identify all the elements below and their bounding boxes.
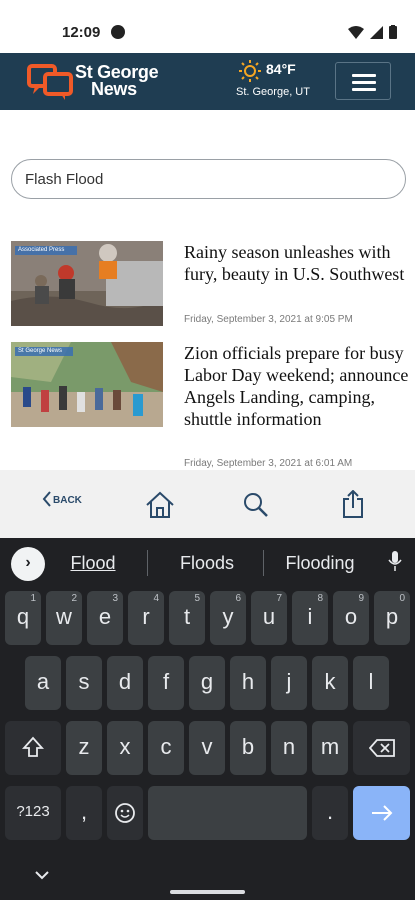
emoji-icon — [115, 803, 135, 823]
site-header: St George News 84°F St. George, UT — [0, 53, 415, 110]
key-h[interactable]: h — [230, 656, 266, 710]
key-q[interactable]: q1 — [5, 591, 41, 645]
back-label: BACK — [53, 495, 82, 506]
enter-key[interactable] — [353, 786, 410, 840]
suggestion-divider — [147, 550, 148, 576]
logo-text: St George News — [75, 63, 159, 99]
key-i[interactable]: i8 — [292, 591, 328, 645]
logo-line-2: News — [91, 79, 137, 99]
status-bar: 12:09 — [0, 0, 415, 53]
key-p[interactable]: p0 — [374, 591, 410, 645]
key-w[interactable]: w2 — [46, 591, 82, 645]
shift-key[interactable] — [5, 721, 61, 775]
logo-speech-bubbles-icon — [27, 64, 73, 100]
article-date: Friday, September 3, 2021 at 9:05 PM — [184, 314, 353, 325]
key-c[interactable]: c — [148, 721, 184, 775]
key-g[interactable]: g — [189, 656, 225, 710]
search-input[interactable] — [25, 171, 385, 188]
search-box[interactable] — [11, 159, 406, 199]
article-item[interactable]: St George News Zion officials prepare fo… — [11, 342, 409, 472]
onscreen-keyboard: › Flood Floods Flooding q1 w2 e3 r4 t5 y… — [0, 538, 415, 900]
key-n[interactable]: n — [271, 721, 307, 775]
article-thumbnail[interactable]: St George News — [11, 342, 163, 427]
key-y[interactable]: y6 — [210, 591, 246, 645]
key-o[interactable]: o9 — [333, 591, 369, 645]
hide-keyboard-icon[interactable] — [35, 870, 49, 880]
article-thumbnail[interactable]: Associated Press — [11, 241, 163, 326]
key-m[interactable]: m — [312, 721, 348, 775]
expand-toolbar-button[interactable]: › — [11, 547, 45, 581]
backspace-key[interactable] — [353, 721, 410, 775]
flood-rescue-image — [11, 241, 163, 326]
comma-key[interactable]: , — [66, 786, 102, 840]
article-date: Friday, September 3, 2021 at 6:01 AM — [184, 458, 353, 469]
key-b[interactable]: b — [230, 721, 266, 775]
home-icon[interactable] — [145, 491, 175, 519]
microphone-icon[interactable] — [388, 550, 402, 572]
home-gesture-bar[interactable] — [170, 890, 245, 894]
menu-button[interactable] — [335, 62, 391, 100]
battery-icon — [389, 25, 397, 39]
key-f[interactable]: f — [148, 656, 184, 710]
suggestion-1[interactable]: Flood — [48, 553, 138, 574]
sun-icon — [239, 60, 261, 82]
key-l[interactable]: l — [353, 656, 389, 710]
site-logo[interactable]: St George News — [27, 62, 167, 102]
key-z[interactable]: z — [66, 721, 102, 775]
key-t[interactable]: t5 — [169, 591, 205, 645]
status-time: 12:09 — [62, 24, 101, 41]
period-key[interactable]: . — [312, 786, 348, 840]
key-v[interactable]: v — [189, 721, 225, 775]
key-x[interactable]: x — [107, 721, 143, 775]
zion-crowd-image — [11, 342, 163, 427]
shift-icon — [21, 736, 45, 757]
article-item[interactable]: Associated Press Rainy season unleashes … — [11, 241, 406, 331]
search-icon[interactable] — [243, 492, 269, 518]
key-u[interactable]: u7 — [251, 591, 287, 645]
signal-icon — [370, 25, 383, 39]
symbols-key[interactable]: ?123 — [5, 786, 61, 840]
article-title[interactable]: Zion officials prepare for busy Labor Da… — [184, 342, 409, 430]
suggestion-2[interactable]: Floods — [162, 553, 252, 574]
notification-icon — [111, 25, 125, 39]
suggestion-strip: › Flood Floods Flooding — [0, 538, 415, 588]
key-e[interactable]: e3 — [87, 591, 123, 645]
key-s[interactable]: s — [66, 656, 102, 710]
key-a[interactable]: a — [25, 656, 61, 710]
image-badge: St George News — [18, 348, 63, 354]
suggestion-divider — [263, 550, 264, 576]
status-icons — [348, 25, 397, 39]
wifi-icon — [348, 25, 364, 39]
weather-temperature: 84°F — [266, 61, 296, 77]
suggestion-3[interactable]: Flooding — [275, 553, 365, 574]
arrow-right-icon — [371, 805, 392, 821]
image-badge: Associated Press — [18, 247, 65, 253]
bottom-navigation: BACK — [0, 470, 415, 538]
key-r[interactable]: r4 — [128, 591, 164, 645]
space-key[interactable] — [148, 786, 307, 840]
chevron-right-icon: › — [25, 554, 31, 571]
share-icon[interactable] — [342, 490, 364, 518]
key-d[interactable]: d — [107, 656, 143, 710]
key-k[interactable]: k — [312, 656, 348, 710]
weather-location: St. George, UT — [236, 86, 310, 98]
key-j[interactable]: j — [271, 656, 307, 710]
chevron-left-icon — [42, 491, 51, 507]
emoji-key[interactable] — [107, 786, 143, 840]
article-title[interactable]: Rainy season unleashes with fury, beauty… — [184, 241, 409, 285]
backspace-icon — [368, 739, 395, 757]
